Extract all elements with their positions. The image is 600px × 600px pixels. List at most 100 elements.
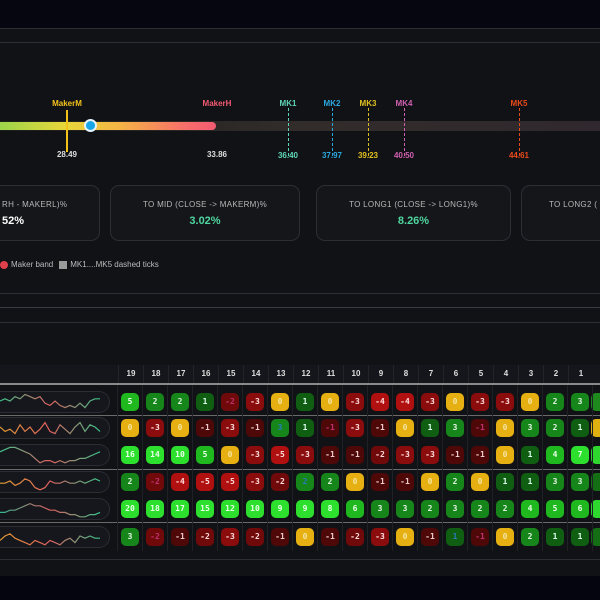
- score-cell[interactable]: -1: [321, 446, 339, 464]
- score-cell[interactable]: 2: [446, 473, 464, 491]
- score-cell[interactable]: 3: [546, 473, 564, 491]
- score-cell[interactable]: 3: [521, 419, 539, 437]
- score-cell[interactable]: -2: [246, 528, 264, 546]
- score-cell[interactable]: 0: [496, 528, 514, 546]
- column-header[interactable]: 3: [518, 365, 543, 383]
- score-cell[interactable]: 3: [121, 528, 139, 546]
- score-cell[interactable]: 6: [346, 500, 364, 518]
- column-header[interactable]: 17: [168, 365, 193, 383]
- column-header[interactable]: 5: [468, 365, 493, 383]
- score-cell[interactable]: -5: [221, 473, 239, 491]
- score-cell[interactable]: 2: [321, 473, 339, 491]
- score-cell[interactable]: 0: [396, 419, 414, 437]
- score-cell[interactable]: -3: [296, 446, 314, 464]
- score-cell[interactable]: -4: [171, 473, 189, 491]
- score-cell[interactable]: -1: [171, 528, 189, 546]
- score-cell[interactable]: -1: [321, 419, 339, 437]
- score-cell[interactable]: -3: [346, 393, 364, 411]
- score-cell[interactable]: -2: [271, 473, 289, 491]
- score-cell[interactable]: -3: [246, 446, 264, 464]
- score-cell[interactable]: 4: [546, 446, 564, 464]
- score-cell[interactable]: -4: [396, 393, 414, 411]
- column-header[interactable]: 18: [143, 365, 168, 383]
- score-cell[interactable]: 0: [421, 473, 439, 491]
- score-cell[interactable]: 0: [271, 393, 289, 411]
- score-cell[interactable]: -3: [221, 419, 239, 437]
- score-cell[interactable]: 17: [171, 500, 189, 518]
- score-cell[interactable]: -1: [346, 446, 364, 464]
- score-cell[interactable]: 5: [196, 446, 214, 464]
- score-cell[interactable]: 3: [446, 419, 464, 437]
- score-cell[interactable]: -5: [196, 473, 214, 491]
- score-cell[interactable]: 2: [421, 500, 439, 518]
- score-cell[interactable]: 8: [321, 500, 339, 518]
- score-cell[interactable]: 6: [571, 500, 589, 518]
- score-cell[interactable]: 18: [146, 500, 164, 518]
- score-cell[interactable]: 2: [146, 393, 164, 411]
- score-cell[interactable]: -3: [471, 393, 489, 411]
- score-cell[interactable]: -4: [371, 393, 389, 411]
- score-cell[interactable]: 0: [321, 393, 339, 411]
- score-cell[interactable]: 0: [346, 473, 364, 491]
- score-cell[interactable]: 1: [446, 528, 464, 546]
- score-cell[interactable]: 3: [371, 500, 389, 518]
- column-header[interactable]: 13: [268, 365, 293, 383]
- score-cell[interactable]: 0: [521, 393, 539, 411]
- score-cell[interactable]: 0: [296, 528, 314, 546]
- score-cell[interactable]: -1: [196, 419, 214, 437]
- score-cell[interactable]: 1: [571, 528, 589, 546]
- column-header[interactable]: 8: [393, 365, 418, 383]
- column-header[interactable]: 7: [418, 365, 443, 383]
- column-header[interactable]: 4: [493, 365, 518, 383]
- score-cell[interactable]: 1: [296, 393, 314, 411]
- score-cell[interactable]: -1: [471, 446, 489, 464]
- column-header[interactable]: 6: [443, 365, 468, 383]
- score-cell[interactable]: 0: [121, 419, 139, 437]
- score-cell[interactable]: -3: [246, 473, 264, 491]
- score-cell[interactable]: 15: [196, 500, 214, 518]
- score-cell[interactable]: -3: [421, 446, 439, 464]
- score-cell[interactable]: -1: [371, 473, 389, 491]
- score-cell[interactable]: 1: [421, 419, 439, 437]
- score-cell[interactable]: 2: [521, 528, 539, 546]
- score-cell[interactable]: -5: [271, 446, 289, 464]
- current-price-dot[interactable]: [84, 119, 97, 132]
- score-cell[interactable]: -2: [146, 528, 164, 546]
- column-header[interactable]: 14: [243, 365, 268, 383]
- column-header[interactable]: 9: [368, 365, 393, 383]
- score-cell[interactable]: -3: [346, 419, 364, 437]
- score-cell[interactable]: 1: [521, 446, 539, 464]
- score-cell[interactable]: -3: [221, 528, 239, 546]
- score-cell[interactable]: -2: [371, 446, 389, 464]
- score-cell[interactable]: -1: [471, 419, 489, 437]
- score-cell[interactable]: -3: [396, 446, 414, 464]
- score-cell[interactable]: -3: [371, 528, 389, 546]
- score-cell[interactable]: 3: [271, 419, 289, 437]
- score-cell[interactable]: 3: [571, 393, 589, 411]
- column-header[interactable]: 11: [318, 365, 343, 383]
- score-cell[interactable]: -1: [246, 419, 264, 437]
- score-cell[interactable]: -1: [471, 528, 489, 546]
- column-header[interactable]: 10: [343, 365, 368, 383]
- score-cell[interactable]: 12: [221, 500, 239, 518]
- score-cell[interactable]: 2: [121, 473, 139, 491]
- score-cell[interactable]: 1: [521, 473, 539, 491]
- score-cell[interactable]: 16: [121, 446, 139, 464]
- score-cell[interactable]: 2: [546, 419, 564, 437]
- score-cell[interactable]: 7: [571, 446, 589, 464]
- score-cell[interactable]: 1: [571, 419, 589, 437]
- score-cell[interactable]: 0: [446, 393, 464, 411]
- score-cell[interactable]: 0: [396, 528, 414, 546]
- score-cell[interactable]: 1: [196, 393, 214, 411]
- score-cell[interactable]: -2: [221, 393, 239, 411]
- score-cell[interactable]: 0: [471, 473, 489, 491]
- score-cell[interactable]: -3: [496, 393, 514, 411]
- score-cell[interactable]: 9: [296, 500, 314, 518]
- score-cell[interactable]: -2: [346, 528, 364, 546]
- score-cell[interactable]: 3: [446, 500, 464, 518]
- score-cell[interactable]: 5: [121, 393, 139, 411]
- score-cell[interactable]: -2: [146, 473, 164, 491]
- column-header[interactable]: 15: [218, 365, 243, 383]
- score-cell[interactable]: -1: [321, 528, 339, 546]
- score-cell[interactable]: 1: [496, 473, 514, 491]
